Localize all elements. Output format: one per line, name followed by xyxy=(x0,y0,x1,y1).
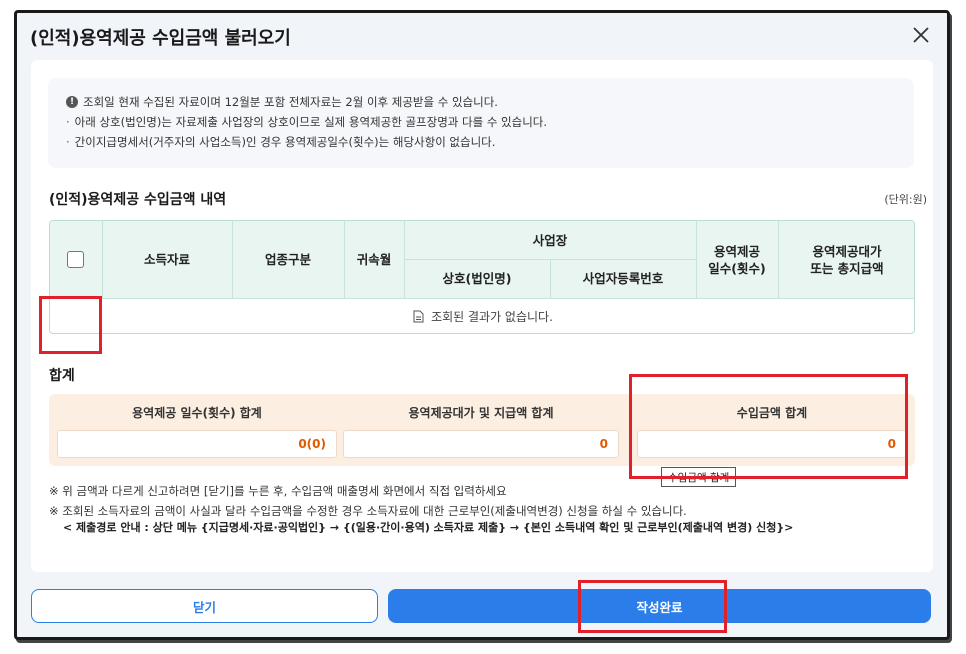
empty-message: 조회된 결과가 없습니다. xyxy=(431,310,553,324)
summary-income-label: 수입금액 합계 xyxy=(736,405,808,420)
header-payment-line: 용역제공대가 xyxy=(812,243,882,259)
bullet-icon: · xyxy=(66,135,70,149)
close-button[interactable]: 닫기 xyxy=(31,589,378,623)
summary-payment-label: 용역제공대가 및 지급액 합계 xyxy=(408,405,554,420)
complete-button[interactable]: 작성완료 xyxy=(388,589,931,623)
table-title: (인적)용역제공 수입금액 내역 xyxy=(49,192,227,208)
divider xyxy=(102,221,103,298)
summary-income-value: 0 xyxy=(637,430,907,458)
summary-box: 용역제공 일수(횟수) 합계 0(0) 용역제공대가 및 지급액 합계 0 수입… xyxy=(49,394,915,466)
divider xyxy=(232,221,233,298)
divider xyxy=(344,221,345,298)
summary-days-value: 0(0) xyxy=(57,430,337,458)
header-service-days: 용역제공 일수(횟수) xyxy=(696,221,778,298)
notice-text: 아래 상호(법인명)는 자료제출 사업장의 상호이므로 실제 용역제공한 골프장… xyxy=(74,115,548,129)
divider xyxy=(404,259,696,260)
unit-label: (단위:원) xyxy=(884,193,927,206)
header-industry: 업종구분 xyxy=(264,252,311,267)
summary-title: 합계 xyxy=(49,368,75,384)
header-service-days-line: 일수(횟수) xyxy=(708,260,766,276)
dialog-title: (인적)용역제공 수입금액 불러오기 xyxy=(30,28,291,49)
footnote-path: < 제출경로 안내 : 상단 메뉴 {지급명세·자료·공익법인} → {(일용·… xyxy=(63,521,794,534)
select-all-checkbox[interactable] xyxy=(67,251,84,268)
header-workplace: 사업장 xyxy=(532,232,568,248)
header-payment-line: 또는 총지급액 xyxy=(810,260,884,276)
notice-line: ! 조회일 현재 수집된 자료이며 12월분 포함 전체자료는 2월 이후 제공… xyxy=(66,92,914,112)
summary-income: 수입금액 합계 0 xyxy=(637,394,907,458)
header-year-month: 귀속월 xyxy=(356,252,392,267)
notice-line: · 아래 상호(법인명)는 자료제출 사업장의 상호이므로 실제 용역제공한 골… xyxy=(66,112,914,132)
header-income-type: 소득자료 xyxy=(143,252,190,267)
footnote: ※ 위 금액과 다르게 신고하려면 [닫기]를 누른 후, 수입금액 매출명세 … xyxy=(49,484,507,498)
summary-payment-value: 0 xyxy=(343,430,619,458)
summary-payment: 용역제공대가 및 지급액 합계 0 xyxy=(343,394,619,458)
info-circle-icon: ! xyxy=(66,96,78,108)
header-service-days-line: 용역제공 xyxy=(713,243,760,259)
header-payment: 용역제공대가 또는 총지급액 xyxy=(778,221,914,298)
notice-line: · 간이지급명세서(거주자의 사업소득)인 경우 용역제공일수(횟수)는 해당사… xyxy=(66,132,914,152)
document-icon xyxy=(413,310,424,323)
divider xyxy=(550,259,551,298)
divider xyxy=(696,221,697,298)
notice-text: 간이지급명세서(거주자의 사업소득)인 경우 용역제공일수(횟수)는 해당사항이… xyxy=(74,135,496,149)
notice-box: ! 조회일 현재 수집된 자료이며 12월분 포함 전체자료는 2월 이후 제공… xyxy=(48,78,914,168)
summary-days: 용역제공 일수(횟수) 합계 0(0) xyxy=(57,394,337,458)
header-company-name: 상호(법인명) xyxy=(442,271,512,286)
divider xyxy=(778,221,779,298)
header-biz-reg-no: 사업자등록번호 xyxy=(582,271,664,286)
dialog-body: ! 조회일 현재 수집된 자료이며 12월분 포함 전체자료는 2월 이후 제공… xyxy=(31,60,933,572)
summary-days-label: 용역제공 일수(횟수) 합계 xyxy=(132,405,262,420)
close-icon[interactable] xyxy=(909,23,933,47)
dialog: (인적)용역제공 수입금액 불러오기 ! 조회일 현재 수집된 자료이며 12월… xyxy=(14,10,950,640)
empty-result-row: 조회된 결과가 없습니다. xyxy=(50,299,914,333)
notice-text: 조회일 현재 수집된 자료이며 12월분 포함 전체자료는 2월 이후 제공받을… xyxy=(83,95,498,109)
table-header: 소득자료 업종구분 귀속월 사업장 상호(법인명) 사업자등록번호 용역제공 일… xyxy=(50,221,914,298)
income-table: 소득자료 업종구분 귀속월 사업장 상호(법인명) 사업자등록번호 용역제공 일… xyxy=(49,220,915,334)
bullet-icon: · xyxy=(66,115,70,129)
footnote: ※ 조회된 소득자료의 금액이 사실과 달라 수입금액을 수정한 경우 소득자료… xyxy=(49,504,687,518)
tooltip: 수입금액 합계 xyxy=(661,467,737,487)
